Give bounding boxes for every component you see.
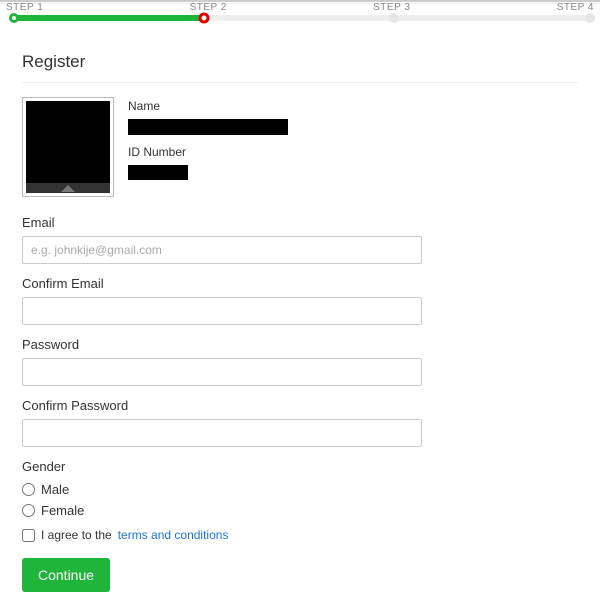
step-label-3: STEP 3 [373, 2, 410, 13]
gender-label: Gender [22, 459, 578, 474]
agree-checkbox[interactable] [22, 529, 35, 542]
password-label: Password [22, 337, 578, 352]
step-label-1: STEP 1 [6, 2, 43, 13]
name-label: Name [128, 99, 578, 113]
step-track [14, 15, 590, 21]
profile-summary: Name ID Number [22, 97, 578, 197]
avatar-frame[interactable] [22, 97, 114, 197]
id-label: ID Number [128, 145, 578, 159]
password-field[interactable] [22, 358, 422, 386]
step-label-4: STEP 4 [557, 2, 594, 13]
progress-stepper: STEP 1 STEP 2 STEP 3 STEP 4 [0, 2, 600, 34]
step-dot-3 [389, 13, 399, 23]
continue-button[interactable]: Continue [22, 558, 110, 592]
page-title: Register [22, 52, 578, 83]
confirm-email-field[interactable] [22, 297, 422, 325]
confirm-password-field[interactable] [22, 419, 422, 447]
avatar-upload-tray[interactable] [26, 183, 110, 193]
step-label-2: STEP 2 [190, 2, 227, 13]
gender-female-radio[interactable] [22, 504, 35, 517]
email-field[interactable] [22, 236, 422, 264]
agree-text: I agree to the [41, 528, 112, 542]
confirm-email-label: Confirm Email [22, 276, 578, 291]
avatar-image [26, 101, 110, 187]
id-value-redacted [128, 165, 188, 180]
gender-female-label: Female [41, 503, 84, 518]
confirm-password-label: Confirm Password [22, 398, 578, 413]
step-dot-1 [9, 13, 19, 23]
gender-male-radio[interactable] [22, 483, 35, 496]
step-dot-2 [199, 13, 210, 24]
name-value-redacted [128, 119, 288, 135]
gender-male-label: Male [41, 482, 69, 497]
step-dot-4 [585, 13, 595, 23]
terms-link[interactable]: terms and conditions [118, 528, 229, 542]
chevron-up-icon [61, 185, 75, 192]
step-fill [14, 15, 204, 21]
email-label: Email [22, 215, 578, 230]
